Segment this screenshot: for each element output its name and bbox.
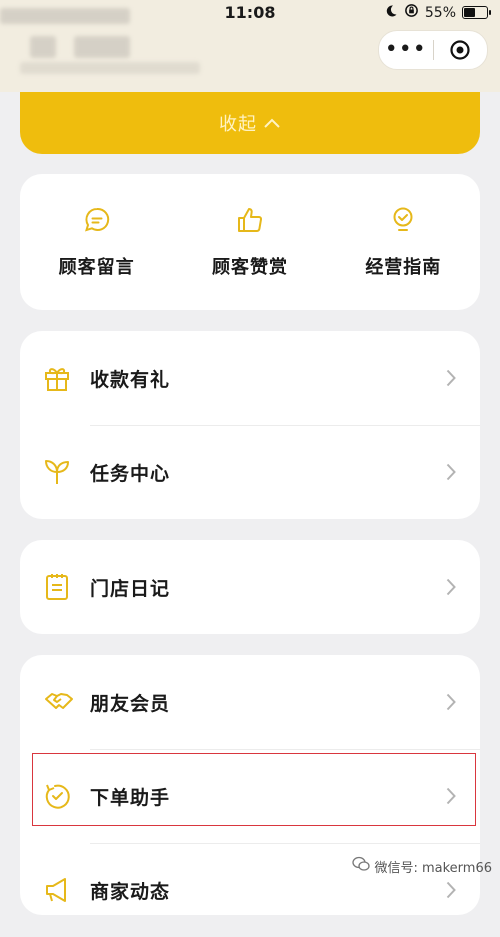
- message-icon: [82, 205, 112, 253]
- watermark-text: 微信号: makerm66: [374, 860, 492, 876]
- gift-icon: [44, 364, 70, 396]
- sprout-icon: [44, 458, 70, 490]
- menu-item-label: 门店日记: [90, 577, 171, 600]
- watermark: 微信号: makerm66: [352, 856, 492, 876]
- quick-actions-card: 顾客留言 顾客赞赏 经营指南: [20, 174, 480, 310]
- notebook-icon: [44, 573, 70, 605]
- battery-percentage: 55%: [424, 4, 456, 21]
- quick-action-customer-tips[interactable]: 顾客赞赏: [180, 205, 320, 279]
- blurred-subtitle: [20, 62, 200, 74]
- thumbs-up-icon: [235, 205, 265, 253]
- menu-item-label: 朋友会员: [90, 692, 171, 715]
- menu-group-1: 收款有礼 任务中心: [20, 331, 480, 519]
- orientation-lock-icon: [404, 3, 419, 22]
- battery-icon: [462, 6, 491, 19]
- highlight-box: [32, 753, 476, 826]
- status-icons: 55%: [384, 3, 491, 22]
- chevron-right-icon: [446, 463, 456, 485]
- moon-icon: [384, 4, 398, 22]
- guide-badge-icon: [388, 205, 418, 253]
- menu-item-label: 任务中心: [90, 462, 171, 485]
- battery-fill: [464, 8, 475, 17]
- collapse-label: 收起: [219, 114, 257, 135]
- chevron-right-icon: [446, 881, 456, 903]
- menu-item-label: 收款有礼: [90, 368, 171, 391]
- wechat-icon: [352, 856, 371, 876]
- capsule-menu: •••: [378, 30, 488, 70]
- chevron-up-icon: [263, 113, 281, 134]
- menu-item-payment-gift[interactable]: 收款有礼: [20, 331, 480, 425]
- megaphone-icon: [44, 876, 72, 908]
- menu-item-store-diary[interactable]: 门店日记: [20, 540, 480, 634]
- quick-action-customer-messages[interactable]: 顾客留言: [27, 205, 167, 279]
- chevron-right-icon: [446, 578, 456, 600]
- close-miniprogram-icon[interactable]: [434, 39, 488, 61]
- chevron-right-icon: [446, 369, 456, 391]
- menu-group-2: 门店日记: [20, 540, 480, 634]
- blurred-avatar: [30, 36, 56, 58]
- handshake-icon: [44, 688, 74, 720]
- menu-item-friend-members[interactable]: 朋友会员: [20, 655, 480, 749]
- chevron-right-icon: [446, 693, 456, 715]
- menu-item-task-center[interactable]: 任务中心: [20, 425, 480, 519]
- quick-action-label: 顾客留言: [58, 257, 135, 278]
- quick-action-business-guide[interactable]: 经营指南: [333, 205, 473, 279]
- blurred-name: [74, 36, 130, 58]
- quick-action-label: 顾客赞赏: [211, 257, 288, 278]
- menu-item-label: 商家动态: [90, 880, 171, 903]
- status-bar: 11:08 55%: [0, 0, 500, 26]
- more-options-icon[interactable]: •••: [379, 35, 433, 65]
- collapse-button[interactable]: 收起: [219, 110, 281, 136]
- collapse-panel: 收起: [20, 92, 480, 154]
- quick-action-label: 经营指南: [365, 257, 442, 278]
